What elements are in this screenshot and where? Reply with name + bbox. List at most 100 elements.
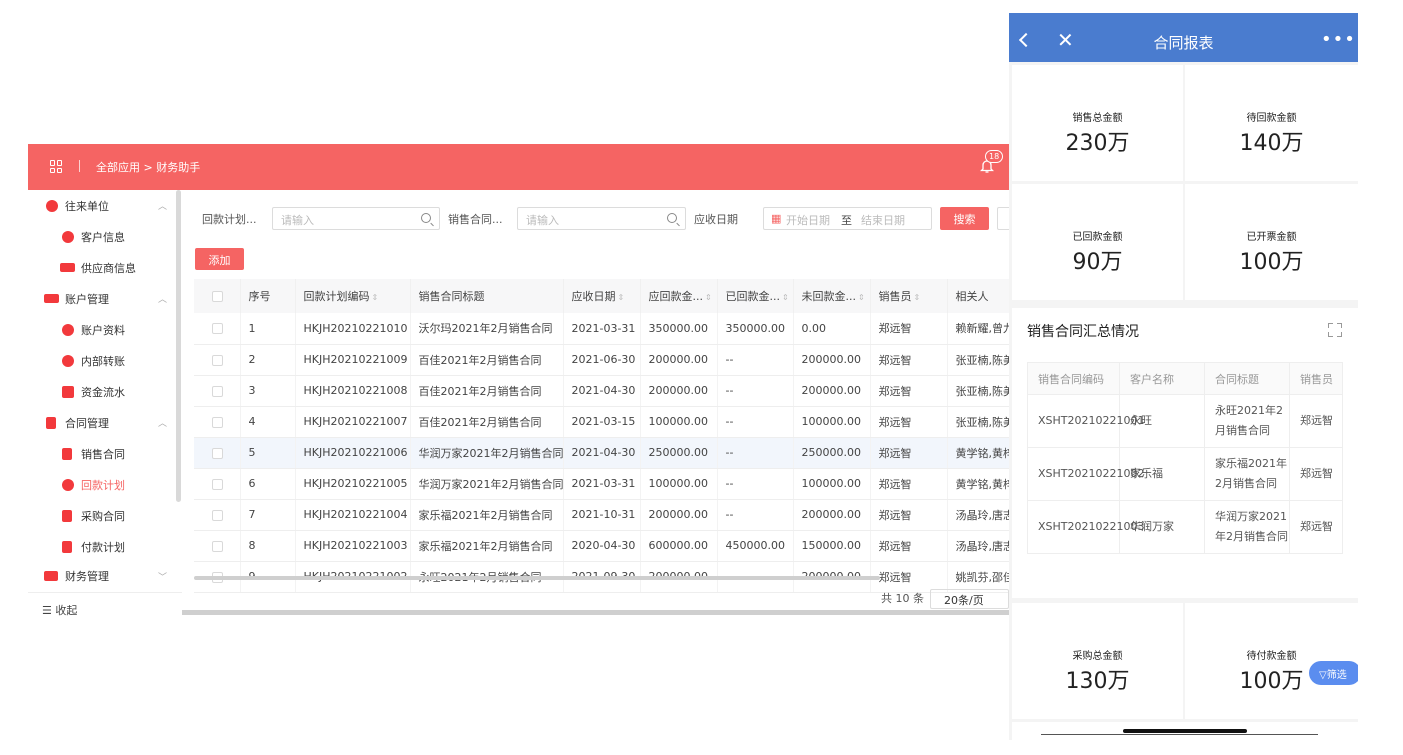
sidebar-item-account-info[interactable]: 账户资料 — [28, 314, 176, 345]
table-cell: -- — [717, 375, 794, 407]
row-checkbox[interactable] — [212, 354, 223, 366]
table-cell: HKJH20210221010 — [295, 313, 411, 345]
divider — [79, 160, 80, 172]
table-cell: 2021-03-15 — [563, 406, 641, 438]
add-button[interactable]: 添加 — [195, 248, 244, 270]
sort-icon[interactable]: ⇕ — [858, 293, 865, 302]
summary-row[interactable]: XSHT20210221003 华润万家 华润万家2021年2月销售合同 郑远智 — [1027, 500, 1343, 554]
date-range-picker[interactable]: ▦ 开始日期 至 结束日期 — [763, 207, 932, 230]
row-checkbox-cell — [194, 375, 241, 407]
summary-cell: 郑远智 — [1289, 447, 1343, 501]
contract-search-input[interactable]: 请输入 — [517, 207, 686, 230]
sort-icon[interactable]: ⇕ — [618, 293, 625, 302]
table-row[interactable]: 8 HKJH20210221003 家乐福2021年2月销售合同 2020-04-30… — [194, 530, 1009, 562]
row-checkbox[interactable] — [212, 447, 223, 459]
stack-icon — [44, 571, 58, 581]
stat-card-invoiced[interactable]: 已开票金额 100万 — [1185, 184, 1358, 300]
table-row[interactable]: 5 HKJH20210221006 华润万家2021年2月销售合同 2021-04-3… — [194, 437, 1009, 469]
sidebar-group-accounts[interactable]: 账户管理 ︿ — [28, 283, 176, 314]
column-header[interactable]: 应收日期 — [572, 290, 616, 303]
column-header[interactable]: 已回款金... — [726, 290, 781, 303]
table-horizontal-scrollbar[interactable] — [194, 576, 880, 580]
sort-icon[interactable]: ⇕ — [782, 293, 789, 302]
row-checkbox[interactable] — [212, 385, 223, 397]
table-cell: 7 — [240, 499, 296, 531]
row-checkbox[interactable] — [212, 323, 223, 335]
stat-card-pending-receipt[interactable]: 待回款金额 140万 — [1185, 65, 1358, 181]
table-cell: 6 — [240, 468, 296, 500]
sidebar-group-contracts[interactable]: 合同管理 ︿ — [28, 407, 176, 438]
chevron-up-icon: ︿ — [158, 419, 168, 429]
plan-search-input[interactable]: 请输入 — [272, 207, 440, 230]
stat-card-purchase-total[interactable]: 采购总金额 130万 — [1012, 603, 1183, 719]
filter-button[interactable]: ▽筛选 — [1309, 661, 1358, 685]
contract-input-placeholder: 请输入 — [526, 214, 559, 227]
end-date-placeholder: 结束日期 — [861, 214, 905, 227]
apps-grid-icon[interactable] — [50, 160, 63, 173]
table-cell: 5 — [240, 437, 296, 469]
chevron-down-icon: ﹀ — [158, 572, 168, 583]
table-cell: 200000.00 — [640, 375, 718, 407]
row-checkbox[interactable] — [212, 509, 223, 521]
sidebar-item-label: 账户管理 — [65, 292, 109, 306]
table-cell: 张亚楠,陈美 — [947, 344, 1009, 376]
breadcrumb[interactable]: 全部应用 > 财务助手 — [96, 159, 200, 175]
filter-date-label: 应收日期 — [694, 213, 738, 226]
table-row[interactable]: 1 HKJH20210221010 沃尔玛2021年2月销售合同 2021-03-31… — [194, 313, 1009, 345]
select-all-checkbox[interactable] — [212, 291, 223, 302]
table-row[interactable]: 7 HKJH20210221004 家乐福2021年2月销售合同 2021-10-31… — [194, 499, 1009, 531]
more-icon[interactable]: ••• — [1321, 29, 1356, 50]
summary-row[interactable]: XSHT20210221002 家乐福 家乐福2021年2月销售合同 郑远智 — [1027, 447, 1343, 501]
page-horizontal-scrollbar[interactable] — [182, 610, 1009, 615]
page-size-select[interactable]: 20条/页 — [930, 589, 1009, 609]
sort-icon[interactable]: ⇕ — [705, 293, 712, 302]
filter-icon: ▽ — [1319, 670, 1327, 681]
table-cell: 郑远智 — [870, 530, 948, 562]
summary-cell: 家乐福2021年2月销售合同 — [1204, 447, 1290, 501]
mobile-header: ✕ 合同报表 ••• — [1009, 13, 1358, 62]
search-button[interactable]: 搜索 — [940, 207, 989, 230]
sidebar-scrollbar[interactable] — [176, 190, 181, 502]
sidebar-item-transfer[interactable]: 内部转账 — [28, 345, 176, 376]
sidebar-item-suppliers[interactable]: 供应商信息 — [28, 252, 176, 283]
sort-icon[interactable]: ⇕ — [372, 293, 379, 302]
column-header[interactable]: 未回款金... — [802, 290, 857, 303]
row-checkbox[interactable] — [212, 540, 223, 552]
table-row[interactable]: 3 HKJH20210221008 百佳2021年2月销售合同 2021-04-30 2… — [194, 375, 1009, 407]
row-checkbox[interactable] — [212, 478, 223, 490]
collapse-sidebar-button[interactable]: ☰ 收起 — [28, 592, 182, 625]
sidebar-item-label: 资金流水 — [81, 385, 125, 399]
expand-icon[interactable] — [1328, 323, 1342, 337]
sort-icon[interactable]: ⇕ — [914, 293, 921, 302]
summary-row[interactable]: XSHT20210221001 永旺 永旺2021年2月销售合同 郑远智 — [1027, 394, 1343, 448]
column-header[interactable]: 销售员 — [879, 290, 912, 303]
column-header[interactable]: 应回款金... — [649, 290, 704, 303]
table-cell: 2021-10-31 — [563, 499, 641, 531]
row-checkbox[interactable] — [212, 416, 223, 428]
table-row[interactable]: 2 HKJH20210221009 百佳2021年2月销售合同 2021-06-30 2… — [194, 344, 1009, 376]
sidebar-item-pay-plan[interactable]: 付款计划 — [28, 531, 176, 562]
table-cell: HKJH20210221007 — [295, 406, 411, 438]
table-row[interactable]: 4 HKJH20210221007 百佳2021年2月销售合同 2021-03-15 1… — [194, 406, 1009, 438]
table-cell: 郑远智 — [870, 499, 948, 531]
table-cell: 200000.00 — [793, 344, 871, 376]
column-header: 相关人 — [955, 290, 989, 303]
table-cell: 100000.00 — [640, 406, 718, 438]
sidebar-group-finance[interactable]: 财务管理 ﹀ — [28, 562, 176, 590]
sidebar-item-sales-contracts[interactable]: 销售合同 — [28, 438, 176, 469]
sidebar-item-purchase-contracts[interactable]: 采购合同 — [28, 500, 176, 531]
notification-bell-icon[interactable]: 18 — [979, 150, 1004, 174]
transfer-icon — [62, 354, 74, 367]
table-row[interactable]: 6 HKJH20210221005 华润万家2021年2月销售合同 2021-03-3… — [194, 468, 1009, 500]
summary-cell: XSHT20210221002 — [1027, 447, 1145, 501]
stat-card-sales-total[interactable]: 销售总金额 230万 — [1012, 65, 1183, 181]
column-header[interactable]: 回款计划编码 — [304, 290, 370, 303]
sidebar-group-partners[interactable]: 往来单位 ︿ — [28, 190, 176, 221]
sidebar-item-cash-flow[interactable]: 资金流水 — [28, 376, 176, 407]
sidebar-item-customers[interactable]: 客户信息 — [28, 221, 176, 252]
reset-button[interactable] — [997, 207, 1009, 230]
table-cell: 家乐福2021年2月销售合同 — [410, 530, 564, 562]
home-indicator[interactable] — [1123, 729, 1247, 733]
stat-card-received[interactable]: 已回款金额 90万 — [1012, 184, 1183, 300]
sidebar-item-payment-plan[interactable]: 回款计划 — [28, 469, 176, 500]
